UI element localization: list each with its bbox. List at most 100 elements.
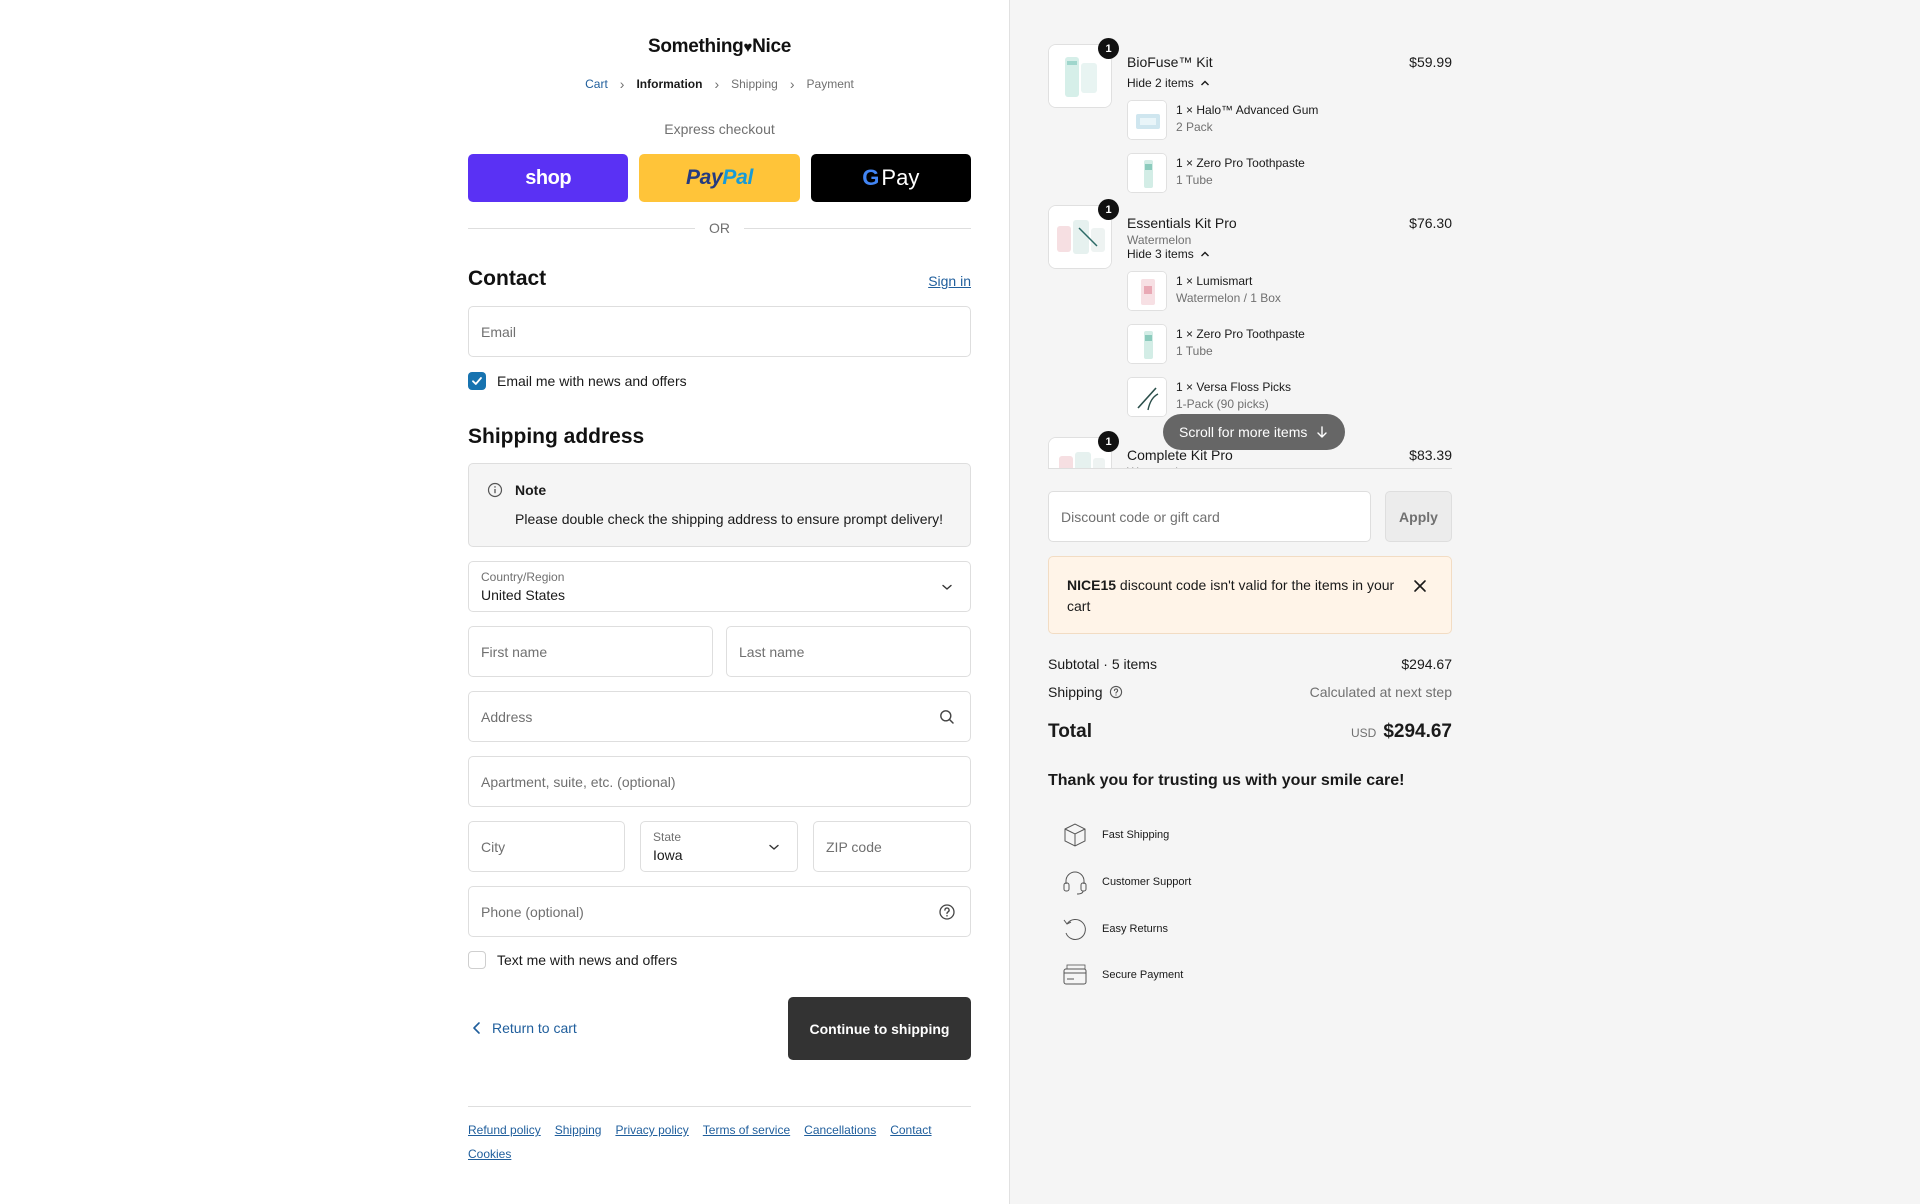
paypal-logo-part2: Pal <box>722 166 754 189</box>
chevron-down-icon <box>938 578 956 596</box>
country-value: United States <box>481 587 566 603</box>
component-variant: Watermelon / 1 Box <box>1176 291 1281 305</box>
cookies-link[interactable]: Cookies <box>468 1147 511 1161</box>
scroll-for-more-button[interactable]: Scroll for more items <box>1163 414 1346 450</box>
paypal-logo-part1: Pay <box>685 166 723 189</box>
component-thumbnail <box>1127 100 1167 140</box>
feature-label: Easy Returns <box>1102 923 1169 935</box>
country-select[interactable]: Country/Region United States <box>468 561 971 612</box>
city-placeholder: City <box>481 838 506 855</box>
quantity-badge: 1 <box>1098 199 1119 220</box>
shipping-policy-link[interactable]: Shipping <box>555 1123 602 1137</box>
phone-field[interactable]: Phone (optional) <box>468 886 971 937</box>
address-field[interactable]: Address <box>468 691 971 742</box>
contact-link[interactable]: Contact <box>890 1123 931 1137</box>
email-placeholder: Email <box>481 323 517 340</box>
subtotal-row: Subtotal · 5 items $294.67 <box>1048 656 1452 672</box>
component-variant: 1-Pack (90 picks) <box>1176 397 1269 411</box>
component-variant: 1 Tube <box>1176 173 1213 187</box>
item-price: $76.30 <box>1409 215 1452 231</box>
email-optin-label: Email me with news and offers <box>497 373 687 389</box>
chevron-up-icon <box>1201 251 1210 257</box>
breadcrumb-payment: Payment <box>806 77 854 91</box>
paypal-button[interactable]: Pay Pal <box>639 154 800 202</box>
shipping-note: Note Please double check the shipping ad… <box>468 463 971 547</box>
city-field[interactable]: City <box>468 821 625 872</box>
contact-heading: Contact <box>468 267 547 290</box>
hide-items-toggle[interactable]: Hide 3 items <box>1127 247 1210 261</box>
line-items-list[interactable]: 1 BioFuse™ Kit $59.99 Hide 2 items 1 × H… <box>1048 36 1452 469</box>
hide-items-toggle[interactable]: Hide 2 items <box>1127 76 1210 90</box>
or-divider: OR <box>468 220 971 236</box>
help-circle-icon[interactable] <box>938 903 956 921</box>
apply-discount-button[interactable]: Apply <box>1385 491 1452 542</box>
component-name: 1 × Zero Pro Toothpaste <box>1176 327 1305 341</box>
total-value: $294.67 <box>1383 721 1452 742</box>
email-field[interactable]: Email <box>468 306 971 357</box>
toggle-label: Hide 2 items <box>1127 76 1194 90</box>
terms-of-service-link[interactable]: Terms of service <box>703 1123 790 1137</box>
total-row: Total USD $294.67 <box>1048 721 1452 743</box>
breadcrumb-cart[interactable]: Cart <box>585 77 608 91</box>
item-name: Essentials Kit Pro <box>1127 215 1237 231</box>
zip-code-field[interactable]: ZIP code <box>813 821 971 872</box>
search-icon <box>938 708 956 726</box>
discount-error-alert: NICE15 discount code isn't valid for the… <box>1048 556 1452 634</box>
bundle-component: 1 × Zero Pro Toothpaste 1 Tube <box>1127 324 1427 364</box>
sign-in-link[interactable]: Sign in <box>928 273 971 289</box>
email-optin-row[interactable]: Email me with news and offers <box>468 372 687 390</box>
divider-line <box>468 227 695 229</box>
item-price: $59.99 <box>1409 54 1452 70</box>
privacy-policy-link[interactable]: Privacy policy <box>615 1123 688 1137</box>
quantity-badge: 1 <box>1098 38 1119 59</box>
refund-policy-link[interactable]: Refund policy <box>468 1123 541 1137</box>
apartment-field[interactable]: Apartment, suite, etc. (optional) <box>468 756 971 807</box>
order-summary-column: 1 BioFuse™ Kit $59.99 Hide 2 items 1 × H… <box>1009 0 1920 1204</box>
address-placeholder: Address <box>481 708 533 725</box>
google-pay-button[interactable]: G Pay <box>810 154 971 202</box>
chevron-up-icon <box>1201 80 1210 86</box>
email-optin-checkbox[interactable] <box>468 372 486 390</box>
close-icon[interactable] <box>1413 579 1427 598</box>
total-label: Total <box>1048 721 1092 742</box>
feature-secure-payment: Secure Payment <box>1060 960 1183 990</box>
chevron-right-icon: › <box>619 76 625 92</box>
arrow-down-icon <box>1317 426 1328 438</box>
store-logo[interactable]: Something♥Nice <box>468 36 971 58</box>
first-name-field[interactable]: First name <box>468 626 713 677</box>
state-select[interactable]: State Iowa <box>640 821 798 872</box>
breadcrumb-shipping: Shipping <box>731 77 778 91</box>
form-actions: Return to cart Continue to shipping <box>468 997 971 1061</box>
item-name: BioFuse™ Kit <box>1127 54 1213 70</box>
return-to-cart-link[interactable]: Return to cart <box>468 1019 577 1037</box>
sms-optin-row[interactable]: Text me with news and offers <box>468 951 677 969</box>
bundle-component: 1 × Halo™ Advanced Gum 2 Pack <box>1127 100 1427 140</box>
component-name: 1 × Lumismart <box>1176 274 1253 288</box>
alert-message: NICE15 discount code isn't valid for the… <box>1067 575 1403 617</box>
divider-line <box>744 227 971 229</box>
shop-pay-button[interactable]: shop <box>468 154 629 202</box>
chevron-right-icon: › <box>789 76 795 92</box>
subtotal-value: $294.67 <box>1401 656 1452 672</box>
card-icon <box>1060 960 1090 990</box>
help-circle-icon[interactable] <box>1109 685 1123 699</box>
state-label: State <box>653 830 682 844</box>
continue-to-shipping-button[interactable]: Continue to shipping <box>788 997 971 1060</box>
component-thumbnail <box>1127 271 1167 311</box>
chevron-down-icon <box>765 838 783 856</box>
discount-code-field[interactable]: Discount code or gift card <box>1048 491 1371 542</box>
last-name-placeholder: Last name <box>739 643 805 660</box>
last-name-field[interactable]: Last name <box>726 626 971 677</box>
cancellations-link[interactable]: Cancellations <box>804 1123 876 1137</box>
sms-optin-checkbox[interactable] <box>468 951 486 969</box>
scroll-hint-label: Scroll for more items <box>1179 424 1308 440</box>
headset-icon <box>1060 867 1090 897</box>
component-thumbnail <box>1127 324 1167 364</box>
component-name: 1 × Zero Pro Toothpaste <box>1176 156 1305 170</box>
chevron-right-icon: › <box>714 76 720 92</box>
chevron-left-icon <box>473 1022 480 1034</box>
component-variant: 1 Tube <box>1176 344 1213 358</box>
discount-code: NICE15 <box>1067 577 1117 593</box>
note-title: Note <box>515 482 547 498</box>
express-checkout-label: Express checkout <box>664 121 775 137</box>
